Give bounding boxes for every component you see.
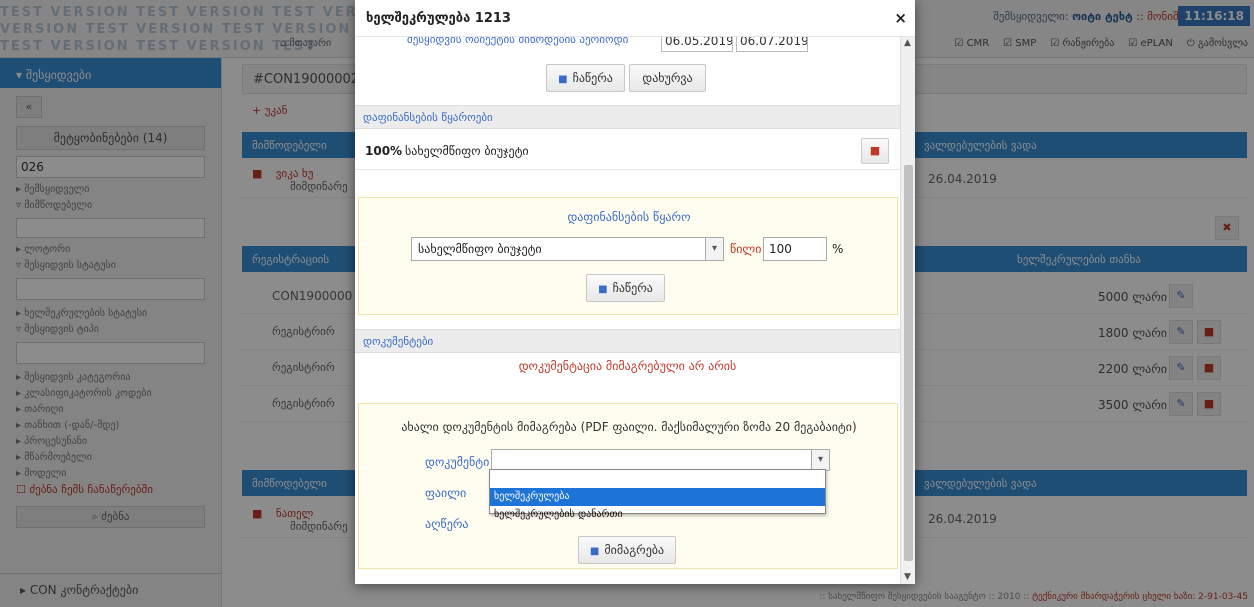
chevron-down-icon: ▾ — [811, 450, 829, 470]
floppy-icon: ■ — [589, 546, 600, 557]
documents-header: დოკუმენტები — [355, 329, 900, 353]
modal-body: შესყიდვის ობიექტის მიწოდების პერიოდი 06.… — [355, 37, 900, 584]
document-type-select[interactable]: ▾ — [491, 449, 830, 471]
delivery-period-label: შესყიდვის ობიექტის მიწოდების პერიოდი — [407, 37, 629, 46]
dropdown-option-contract[interactable]: ხელშეკრულება — [490, 488, 825, 506]
funding-source-select[interactable]: სახელმწიფო ბიუჯეტი ▾ — [411, 237, 724, 261]
percent-sign: % — [832, 242, 844, 256]
scrollbar-thumb[interactable] — [904, 165, 913, 561]
close-icon[interactable]: × — [894, 10, 907, 26]
floppy-icon: ■ — [558, 74, 568, 85]
file-label: ფაილი — [425, 486, 467, 500]
dropdown-option-empty[interactable] — [490, 470, 825, 488]
description-label: აღწერა — [425, 517, 469, 531]
save-button[interactable]: ■ ჩაწერა — [546, 64, 625, 92]
date-from-input[interactable]: 06.05.2019 — [661, 37, 733, 52]
date-to-input[interactable]: 06.07.2019 — [736, 37, 808, 52]
modal-title: ხელშეკრულება 1213 — [366, 11, 511, 26]
scroll-down-icon[interactable]: ▼ — [904, 572, 911, 582]
modal-scrollbar[interactable]: ▲ ▼ — [900, 37, 915, 584]
funding-percent: 100% — [365, 144, 403, 158]
upload-instructions: ახალი დოკუმენტის მიმაგრება (PDF ფაილი. მ… — [401, 420, 857, 434]
trash-icon: ■ — [869, 144, 881, 157]
chevron-down-icon: ▾ — [705, 238, 723, 260]
contract-modal: ხელშეკრულება 1213 × შესყიდვის ობიექტის მ… — [355, 0, 915, 584]
modal-header: ხელშეკრულება 1213 × — [355, 0, 915, 37]
no-documents-message: დოკუმენტაცია მიმაგრებული არ არის — [518, 359, 737, 373]
scroll-up-icon[interactable]: ▲ — [904, 38, 911, 48]
attach-button[interactable]: ■ მიმაგრება — [578, 536, 676, 564]
delete-funding-button[interactable]: ■ — [861, 138, 889, 164]
floppy-icon: ■ — [598, 284, 608, 295]
share-input[interactable]: 100 — [763, 237, 827, 261]
close-button[interactable]: დახურვა — [629, 64, 706, 92]
document-type-dropdown: ხელშეკრულება ხელშეკრულების დანართი — [489, 469, 826, 520]
funding-source-name: სახელმწიფო ბიუჯეტი — [405, 144, 529, 158]
document-label: დოკუმენტი — [425, 455, 490, 469]
dropdown-option-contract-annex[interactable]: ხელშეკრულების დანართი — [490, 506, 825, 524]
funding-source-form: დაფინანსების წყარო სახელმწიფო ბიუჯეტი ▾ … — [358, 197, 898, 315]
funding-sources-header: დაფინანსების წყაროები — [355, 105, 900, 129]
source-save-button[interactable]: ■ ჩაწერა — [586, 274, 665, 302]
share-label: წილი — [730, 242, 762, 256]
funding-source-form-title: დაფინანსების წყარო — [567, 210, 691, 224]
funding-source-row: 100% სახელმწიფო ბიუჯეტი ■ — [355, 132, 900, 170]
